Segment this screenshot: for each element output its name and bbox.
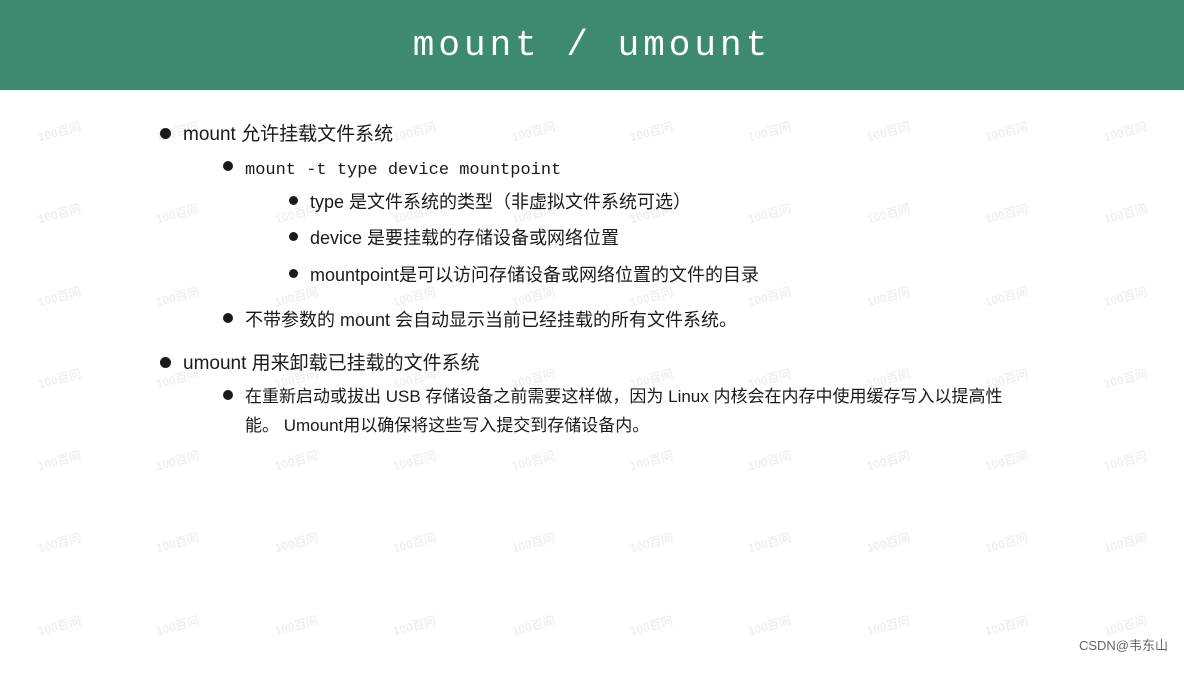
wm-57: 100百问: [702, 488, 838, 598]
list-item: 不带参数的 mount 会自动显示当前已经挂载的所有文件系统。: [223, 306, 1024, 335]
level-3-container: type 是文件系统的类型（非虚拟文件系统可选） device 是要挂载的存储设…: [245, 188, 1024, 290]
item-text: device 是要挂载的存储设备或网络位置: [310, 224, 1024, 253]
wm-62: 100百问: [110, 570, 246, 680]
bullet-dot: [223, 390, 233, 400]
list-item-content: mount 允许挂载文件系统 mount -t type device moun…: [183, 120, 1024, 343]
item-text: mountpoint是可以访问存储设备或网络位置的文件的目录: [310, 261, 1024, 290]
item-text: mount 允许挂载文件系统: [183, 124, 393, 145]
item-text: umount 用来卸载已挂载的文件系统: [183, 353, 480, 374]
list-item: type 是文件系统的类型（非虚拟文件系统可选）: [289, 188, 1024, 217]
list-item-content: umount 用来卸载已挂载的文件系统 在重新启动或拔出 USB 存储设备之前需…: [183, 349, 1024, 449]
wm-60: 100百间: [1057, 488, 1184, 598]
page-header: mount / umount: [0, 0, 1184, 90]
wm-56: 100百间: [583, 488, 719, 598]
list-item: device 是要挂载的存储设备或网络位置: [289, 224, 1024, 253]
wm-67: 100百间: [702, 570, 838, 680]
wm-53: 100百问: [228, 488, 364, 598]
wm-61: 100百间: [0, 570, 127, 680]
content-list: mount 允许挂载文件系统 mount -t type device moun…: [160, 120, 1024, 449]
bullet-dot: [160, 357, 171, 368]
footer-credit: CSDN@韦东山: [1079, 635, 1168, 654]
bullet-dot: [289, 269, 298, 278]
wm-63: 100百间: [228, 570, 364, 680]
list-item: mount -t type device mountpoint type 是文件…: [223, 154, 1024, 298]
bullet-dot: [160, 128, 171, 139]
wm-52: 100百间: [110, 488, 246, 598]
bullet-dot: [223, 161, 233, 171]
bullet-dot: [223, 313, 233, 323]
wm-68: 100百问: [820, 570, 956, 680]
wm-65: 100百间: [465, 570, 601, 680]
wm-64: 100百问: [347, 570, 483, 680]
wm-58: 100百间: [820, 488, 956, 598]
bullet-dot: [289, 196, 298, 205]
list-item: mountpoint是可以访问存储设备或网络位置的文件的目录: [289, 261, 1024, 290]
wm-54: 100百间: [347, 488, 483, 598]
list-item: umount 用来卸载已挂载的文件系统 在重新启动或拔出 USB 存储设备之前需…: [160, 349, 1024, 449]
page-title: mount / umount: [413, 25, 771, 66]
wm-59: 100百问: [939, 488, 1075, 598]
main-content: mount 允许挂载文件系统 mount -t type device moun…: [0, 90, 1184, 475]
item-text: 在重新启动或拔出 USB 存储设备之前需要这样做，因为 Linux 内核会在内存…: [245, 383, 1024, 441]
bullet-dot: [289, 232, 298, 241]
item-text: type 是文件系统的类型（非虚拟文件系统可选）: [310, 188, 1024, 217]
wm-69: 100百间: [939, 570, 1075, 680]
level-2-container: 在重新启动或拔出 USB 存储设备之前需要这样做，因为 Linux 内核会在内存…: [183, 383, 1024, 441]
wm-51: 100百问: [0, 488, 127, 598]
wm-70: 100百问: [1057, 570, 1184, 680]
level-2-container: mount -t type device mountpoint type 是文件…: [183, 154, 1024, 334]
item-text: mount -t type device mountpoint: [245, 161, 561, 180]
list-item: 在重新启动或拔出 USB 存储设备之前需要这样做，因为 Linux 内核会在内存…: [223, 383, 1024, 441]
list-item-content: mount -t type device mountpoint type 是文件…: [245, 154, 1024, 298]
wm-66: 100百问: [583, 570, 719, 680]
wm-55: 100百问: [465, 488, 601, 598]
list-item: mount 允许挂载文件系统 mount -t type device moun…: [160, 120, 1024, 343]
item-text: 不带参数的 mount 会自动显示当前已经挂载的所有文件系统。: [245, 306, 1024, 335]
